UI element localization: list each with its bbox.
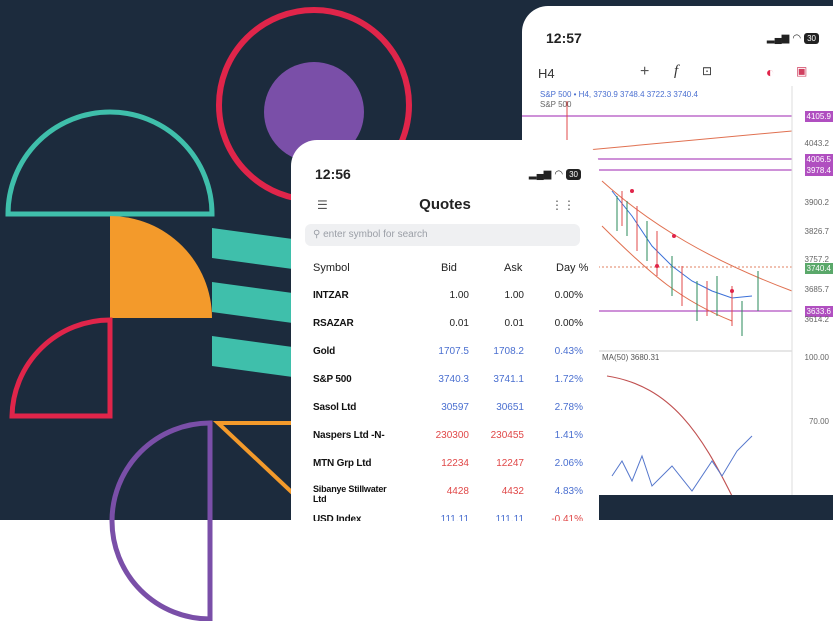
quote-ask: 0.01 (504, 318, 524, 329)
quote-row[interactable]: INTZAR 1.00 1.00 0.00% (291, 290, 599, 316)
signal-icon: ▂▄▆ (528, 169, 552, 180)
quote-symbol: MTN Grp Ltd (313, 458, 372, 469)
system-status-icons: ▂▄▆ ◠ 30 (767, 33, 819, 44)
search-input[interactable]: ⚲ enter symbol for search (305, 224, 580, 246)
quote-day-change: -0.41% (551, 514, 583, 521)
system-status-icons: ▂▄▆ ◠ 30 (529, 169, 581, 180)
price-level-tag: 4006.5 (804, 154, 833, 165)
teal-stripe-shape (212, 228, 300, 270)
price-level-tag: 3978.4 (804, 165, 833, 176)
quotes-phone-screen: 12:56 ▂▄▆ ◠ 30 ☰ Quotes ⋮⋮ ⚲ enter symbo… (291, 140, 599, 521)
search-placeholder: enter symbol for search (323, 229, 428, 240)
quote-symbol: Sasol Ltd (313, 402, 357, 413)
quote-symbol: USD Index (313, 514, 362, 521)
quote-bid: 4428 (446, 486, 469, 497)
wifi-icon: ◠ (792, 33, 802, 44)
quote-bid: 1707.5 (438, 346, 469, 357)
quote-bid: 1.00 (449, 290, 469, 301)
quote-row[interactable]: USD Index 111.11 111.11 -0.41% (291, 514, 599, 521)
quote-row[interactable]: MTN Grp Ltd 12234 12247 2.06% (291, 458, 599, 484)
price-axis-label: 3900.2 (804, 198, 829, 207)
function-icon[interactable]: f (674, 63, 678, 80)
quote-bid: 230300 (435, 430, 469, 441)
orange-quarter-shape (110, 216, 212, 318)
quote-day-change: 2.06% (554, 458, 583, 469)
quote-symbol: RSAZAR (313, 318, 354, 329)
quote-day-change: 1.72% (554, 374, 583, 385)
quote-bid: 30597 (441, 402, 469, 413)
quote-bid: 0.01 (449, 318, 469, 329)
marketing-graphic: 12:57 ▂▄▆ ◠ 30 H4 + f ⊡ ◐ ▣ S&P 500 • H4… (0, 0, 833, 621)
price-axis-label: 3614.2 (804, 315, 829, 324)
quote-row[interactable]: Sibanye Stillwater Ltd 4428 4432 4.83% (291, 484, 599, 512)
quote-ask: 111.11 (495, 514, 524, 521)
quote-day-change: 1.41% (554, 430, 583, 441)
quote-bid: 111.11 (440, 514, 469, 521)
status-time: 12:57 (546, 30, 582, 46)
battery-icon: 30 (804, 33, 819, 44)
search-icon: ⚲ (313, 229, 321, 240)
quote-symbol: S&P 500 (313, 374, 352, 385)
quote-symbol: Gold (313, 346, 335, 357)
quote-symbol: Sibanye Stillwater Ltd (313, 484, 387, 504)
quote-bid: 12234 (441, 458, 469, 469)
quote-ask: 1708.2 (493, 346, 524, 357)
wifi-icon: ◠ (554, 169, 564, 180)
timeframe-button[interactable]: H4 (538, 66, 555, 81)
indicator-legend: MA(50) 3680.31 (602, 353, 660, 362)
quote-row[interactable]: S&P 500 3740.3 3741.1 1.72% (291, 374, 599, 400)
quote-row[interactable]: RSAZAR 0.01 0.01 0.00% (291, 318, 599, 344)
trade-icon[interactable]: ▣ (796, 64, 807, 78)
quote-day-change: 0.00% (554, 318, 583, 329)
quote-day-change: 4.83% (554, 486, 583, 497)
indicator-axis-label: 70.00 (808, 417, 829, 426)
quote-ask: 1.00 (504, 290, 524, 301)
crosshair-icon[interactable]: + (640, 63, 649, 81)
signal-icon: ▂▄▆ (766, 33, 790, 44)
quote-ask: 3741.1 (493, 374, 524, 385)
quote-ask: 230455 (490, 430, 524, 441)
orange-triangle-shape (212, 421, 302, 505)
objects-icon[interactable]: ⊡ (702, 64, 712, 78)
teal-semicircle-shape (5, 109, 215, 217)
quote-row[interactable]: Gold 1707.5 1708.2 0.43% (291, 346, 599, 372)
current-price-tag: 3740.4 (804, 263, 833, 274)
column-header-ask: Ask (504, 262, 523, 274)
quote-row[interactable]: Naspers Ltd -N- 230300 230455 1.41% (291, 430, 599, 456)
edit-list-icon[interactable]: ⋮⋮ (551, 198, 575, 212)
quote-day-change: 0.43% (554, 346, 583, 357)
purple-semicircle-shape (109, 420, 213, 621)
teal-stripe-shape (212, 282, 300, 324)
quote-day-change: 0.00% (554, 290, 583, 301)
status-time: 12:56 (315, 166, 351, 182)
column-header-bid: Bid (441, 262, 457, 274)
quote-row[interactable]: Sasol Ltd 30597 30651 2.78% (291, 402, 599, 428)
teal-stripe-shape (212, 336, 300, 378)
quote-ask: 30651 (496, 402, 524, 413)
quote-ask: 12247 (496, 458, 524, 469)
quote-bid: 3740.3 (438, 374, 469, 385)
color-circle-icon[interactable]: ◐ (766, 64, 774, 80)
price-axis-label: 3826.7 (804, 227, 829, 236)
quote-day-change: 2.78% (554, 402, 583, 413)
indicator-axis-label: 100.00 (804, 353, 829, 362)
battery-icon: 30 (566, 169, 581, 180)
price-axis-label: 4043.2 (804, 139, 829, 148)
quote-ask: 4432 (501, 486, 524, 497)
quote-symbol: INTZAR (313, 290, 349, 301)
crimson-quarter-shape (9, 317, 113, 419)
column-header-day-change: Day % (556, 262, 589, 274)
column-header-symbol: Symbol (313, 262, 350, 274)
quote-symbol: Naspers Ltd -N- (313, 430, 385, 441)
price-level-tag: 4105.9 (804, 111, 833, 122)
price-axis-label: 3685.7 (804, 285, 829, 294)
